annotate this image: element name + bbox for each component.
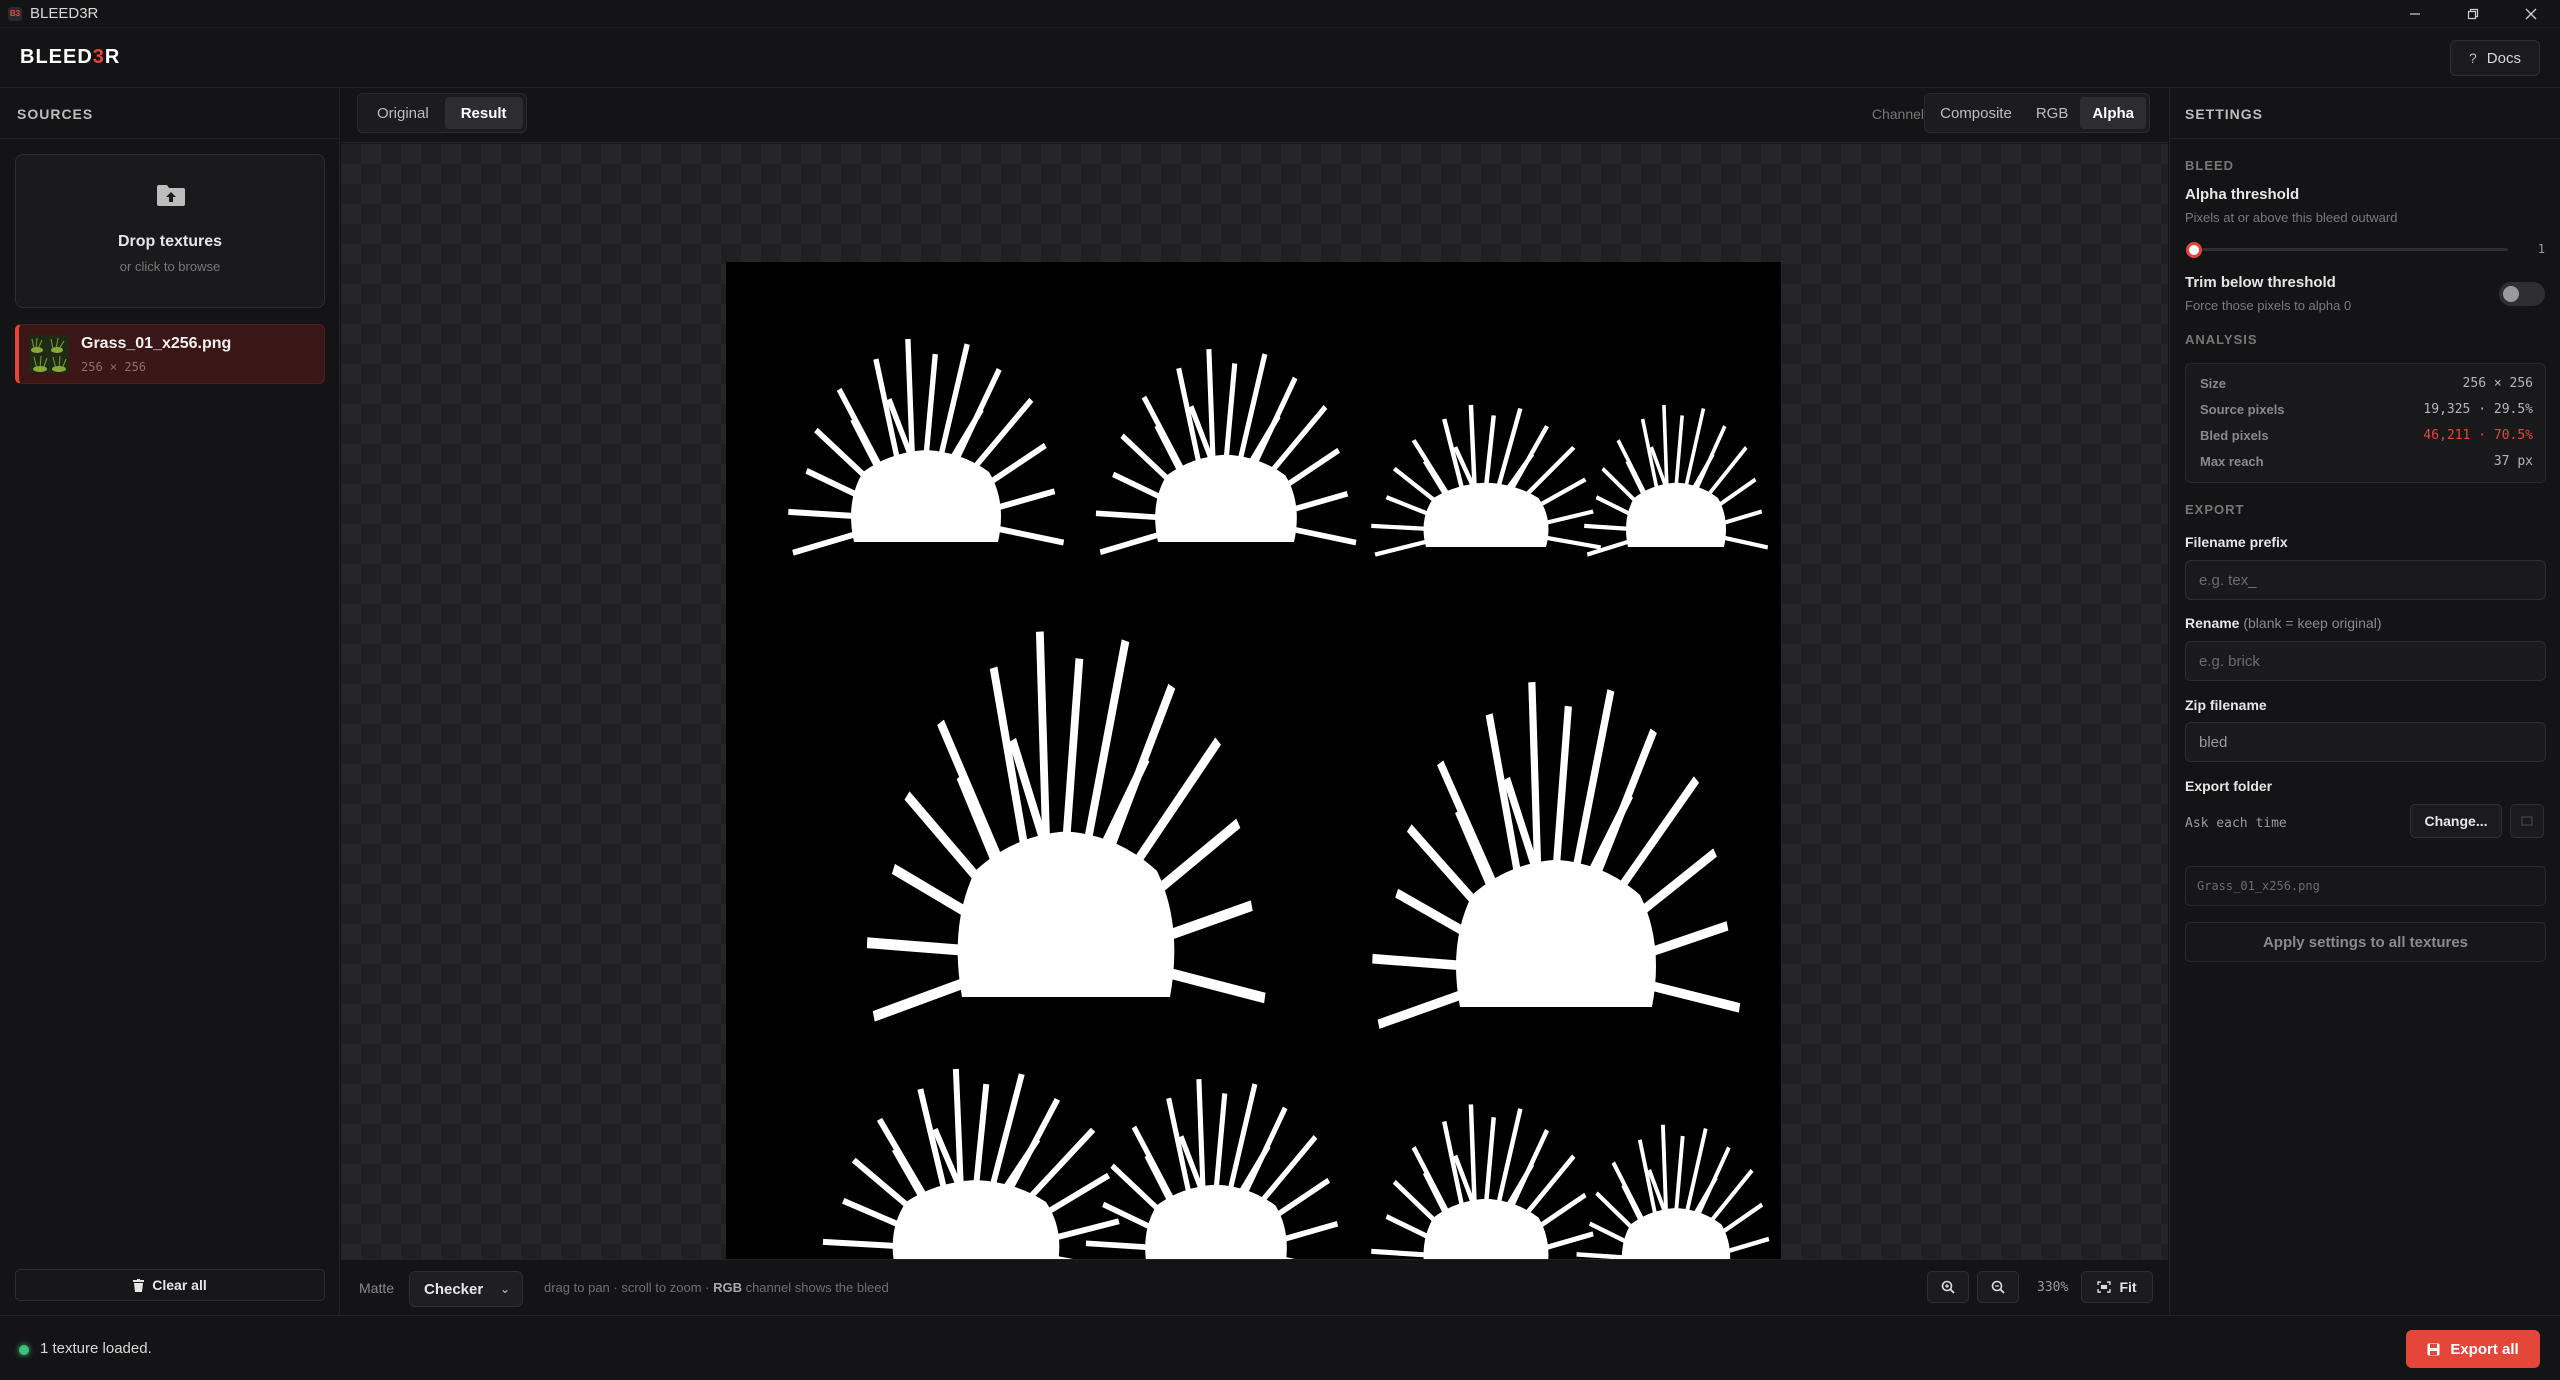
alpha-channel-image bbox=[726, 262, 1781, 1317]
folder-action-button[interactable] bbox=[2510, 804, 2544, 838]
tab-composite[interactable]: Composite bbox=[1928, 97, 2024, 129]
trash-icon bbox=[133, 1278, 145, 1292]
minimize-button[interactable] bbox=[2386, 0, 2444, 28]
export-all-label: Export all bbox=[2450, 1340, 2519, 1358]
analysis-section-title: ANALYSIS bbox=[2185, 332, 2258, 347]
file-dimensions: 256 × 256 bbox=[81, 360, 147, 374]
fit-screen-icon bbox=[2097, 1281, 2112, 1293]
analysis-box: Size 256 × 256 Source pixels 19,325 · 29.5… bbox=[2185, 363, 2546, 483]
window-title: BLEED3R bbox=[30, 5, 99, 22]
upload-folder-icon bbox=[157, 185, 185, 206]
alpha-threshold-value: 1 bbox=[2537, 242, 2545, 256]
alpha-threshold-slider-thumb[interactable] bbox=[2186, 242, 2202, 258]
texture-dropzone[interactable]: Drop textures or click to browse bbox=[15, 154, 325, 308]
zoom-in-icon bbox=[1941, 1280, 1955, 1294]
docs-label: Docs bbox=[2486, 49, 2521, 67]
dropzone-subtitle: or click to browse bbox=[119, 259, 221, 274]
close-icon bbox=[2525, 8, 2537, 20]
filename-preview: Grass_01_x256.png bbox=[2185, 866, 2546, 906]
sources-title: SOURCES bbox=[17, 106, 94, 122]
toggle-knob bbox=[2503, 286, 2519, 302]
app-logo: BLEED3R bbox=[20, 46, 121, 68]
viewer-panel: Original Result Channel Composite RGB Al… bbox=[341, 88, 2168, 1317]
file-name: Grass_01_x256.png bbox=[81, 335, 232, 352]
fit-button[interactable]: Fit bbox=[2081, 1271, 2153, 1303]
view-mode-toggle: Original Result bbox=[357, 93, 527, 133]
zoom-out-icon bbox=[1991, 1280, 2005, 1294]
alpha-threshold-desc: Pixels at or above this bleed outward bbox=[2185, 210, 2398, 225]
app-icon: B3 bbox=[8, 6, 22, 21]
status-indicator-icon bbox=[19, 1345, 29, 1355]
divider bbox=[0, 138, 340, 139]
export-all-button[interactable]: Export all bbox=[2406, 1330, 2540, 1368]
filename-prefix-input[interactable]: e.g. tex_ bbox=[2185, 560, 2546, 600]
viewer-toolbar: Original Result Channel Composite RGB Al… bbox=[341, 88, 2168, 143]
window-controls bbox=[2386, 0, 2560, 28]
trim-desc: Force those pixels to alpha 0 bbox=[2185, 298, 2352, 313]
bleed-section-title: BLEED bbox=[2185, 158, 2235, 173]
zip-filename-input[interactable]: bled bbox=[2185, 722, 2546, 762]
chevron-down-icon: ⌄ bbox=[499, 1282, 510, 1296]
status-bar: 1 texture loaded. Export all bbox=[0, 1315, 2560, 1380]
settings-title: SETTINGS bbox=[2185, 106, 2264, 122]
channel-toggle: Composite RGB Alpha bbox=[1924, 93, 2150, 133]
matte-value: Checker bbox=[424, 1280, 484, 1298]
prefix-label: Filename prefix bbox=[2185, 534, 2288, 550]
tab-rgb[interactable]: RGB bbox=[2024, 97, 2081, 129]
minimize-icon bbox=[2410, 13, 2420, 15]
alpha-threshold-slider-track[interactable] bbox=[2188, 248, 2508, 251]
folder-icon bbox=[2521, 816, 2533, 826]
restore-icon bbox=[2467, 8, 2479, 20]
zoom-level: 330% bbox=[2037, 1280, 2069, 1295]
tab-alpha[interactable]: Alpha bbox=[2080, 97, 2146, 129]
dropzone-title: Drop textures bbox=[117, 233, 223, 250]
texture-preview bbox=[726, 262, 1781, 1317]
docs-button[interactable]: ? Docs bbox=[2450, 40, 2540, 76]
source-file-item[interactable]: Grass_01_x256.png 256 × 256 bbox=[15, 324, 325, 384]
channel-label: Channel bbox=[1871, 106, 1924, 122]
fit-label: Fit bbox=[2119, 1279, 2137, 1295]
divider bbox=[2170, 138, 2560, 139]
matte-select[interactable]: Checker ⌄ bbox=[409, 1271, 523, 1307]
close-window-button[interactable] bbox=[2502, 0, 2560, 28]
status-text: 1 texture loaded. bbox=[40, 1340, 152, 1357]
texture-canvas[interactable] bbox=[341, 144, 2168, 1317]
export-folder-label: Export folder bbox=[2185, 778, 2273, 794]
zoom-out-button[interactable] bbox=[1977, 1271, 2019, 1303]
help-icon: ? bbox=[2469, 50, 2477, 66]
rename-input[interactable]: e.g. brick bbox=[2185, 641, 2546, 681]
restore-button[interactable] bbox=[2444, 0, 2502, 28]
export-section-title: EXPORT bbox=[2185, 502, 2245, 517]
rename-label: Rename (blank = keep original) bbox=[2185, 615, 2382, 631]
app-header: BLEED3R ? Docs bbox=[0, 28, 2560, 88]
file-thumbnail bbox=[29, 335, 69, 373]
clear-all-label: Clear all bbox=[152, 1277, 207, 1293]
viewer-bottombar: Matte Checker ⌄ drag to pan · scroll to … bbox=[341, 1259, 2168, 1315]
window-titlebar: B3 BLEED3R bbox=[0, 0, 2560, 28]
trim-title: Trim below threshold bbox=[2185, 274, 2336, 291]
trim-toggle[interactable] bbox=[2499, 282, 2545, 306]
sources-panel: SOURCES Drop textures or click to browse… bbox=[0, 88, 340, 1315]
matte-label: Matte bbox=[359, 1280, 395, 1296]
viewer-hint: drag to pan · scroll to zoom · RGB chann… bbox=[544, 1280, 889, 1295]
apply-all-button[interactable]: Apply settings to all textures bbox=[2185, 922, 2546, 962]
zoom-in-button[interactable] bbox=[1927, 1271, 1969, 1303]
alpha-threshold-title: Alpha threshold bbox=[2185, 186, 2300, 203]
save-icon bbox=[2427, 1343, 2440, 1355]
settings-panel: SETTINGS BLEED Alpha threshold Pixels at… bbox=[2169, 88, 2560, 1315]
tab-original[interactable]: Original bbox=[361, 97, 445, 129]
export-folder-value: Ask each time bbox=[2185, 816, 2287, 831]
clear-all-button[interactable]: Clear all bbox=[15, 1269, 325, 1301]
app-icon-label: B3 bbox=[9, 9, 21, 18]
change-folder-button[interactable]: Change... bbox=[2410, 804, 2502, 838]
tab-result[interactable]: Result bbox=[444, 97, 523, 129]
zip-label: Zip filename bbox=[2185, 697, 2267, 713]
